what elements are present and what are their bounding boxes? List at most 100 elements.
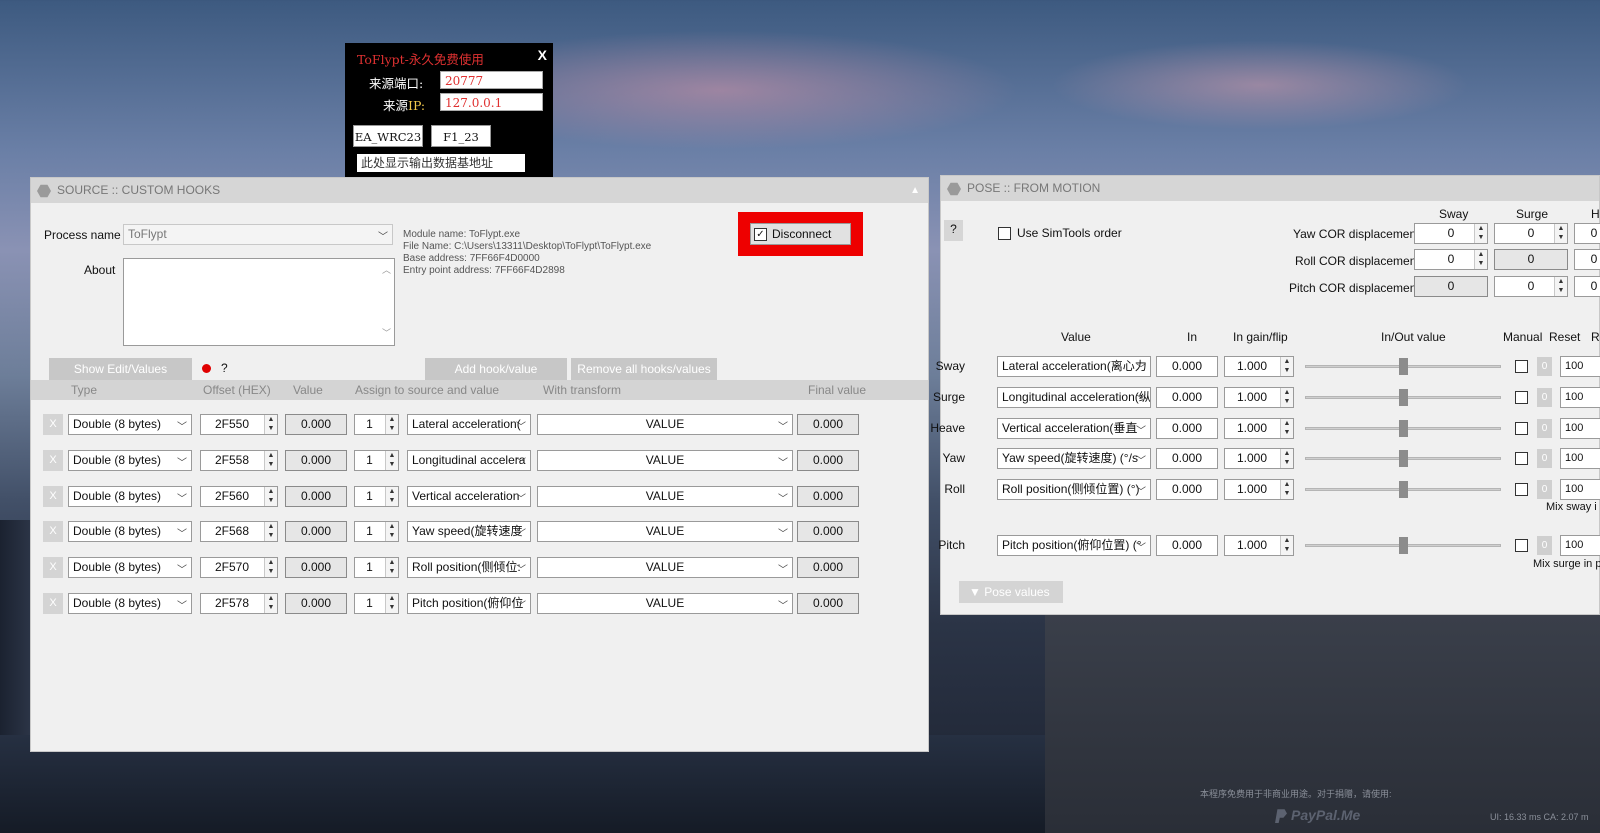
range-value[interactable]: 100 (1560, 479, 1600, 500)
collapse-icon[interactable]: ▲ (910, 178, 920, 203)
remove-hook-button[interactable]: X (43, 521, 63, 543)
port-input[interactable]: 20777 (440, 71, 543, 89)
manual-checkbox[interactable] (1515, 539, 1528, 552)
remove-all-hooks-button[interactable]: Remove all hooks/values (571, 358, 717, 380)
transform-select[interactable]: VALUE ﹀ (537, 557, 793, 579)
assign-source-select[interactable]: Lateral acceleration(﹀ (407, 414, 531, 435)
reset-button[interactable]: 0 (1537, 449, 1552, 468)
assign-source-select[interactable]: Vertical acceleration ﹀ (407, 485, 531, 507)
type-select[interactable]: Double (8 bytes) ﹀ (68, 449, 192, 471)
yaw-cor-surge[interactable]: 0 ▲ ▼ (1494, 223, 1568, 244)
spinner-arrows-icon[interactable]: ▲ ▼ (385, 522, 398, 542)
type-select[interactable]: Double (8 bytes) ﹀ (68, 414, 192, 435)
spinner-arrows-icon[interactable]: ▲ ▼ (1280, 388, 1293, 407)
manual-checkbox[interactable] (1515, 422, 1528, 435)
process-name-select[interactable]: ToFlypt ﹀ (123, 224, 393, 245)
range-value[interactable]: 100 (1560, 535, 1600, 556)
roll-cor-sway[interactable]: 0 ▲ ▼ (1414, 249, 1488, 270)
assign-source-select[interactable]: Pitch position(俯仰位 ﹀ (407, 593, 531, 614)
reset-button[interactable]: 0 (1537, 480, 1552, 499)
type-select[interactable]: Double (8 bytes) ﹀ (68, 557, 192, 579)
spinner-arrows-icon[interactable]: ▲ ▼ (1280, 419, 1293, 438)
reset-button[interactable]: 0 (1537, 419, 1552, 438)
spinner-arrows-icon[interactable]: ▲ ▼ (264, 522, 277, 542)
assign-source-select[interactable]: Roll position(侧倾位: ﹀ (407, 557, 531, 579)
spinner-arrows-icon[interactable]: ▲ ▼ (1554, 277, 1567, 296)
pose-gain-stepper[interactable]: 1.000 ▲ ▼ (1224, 448, 1294, 469)
pose-gain-stepper[interactable]: 1.000 ▲ ▼ (1224, 356, 1294, 377)
pose-help-button[interactable]: ? (944, 220, 963, 241)
inout-slider-thumb[interactable] (1399, 481, 1408, 498)
offset-input[interactable]: 2F558 ▲ ▼ (200, 449, 278, 471)
assign-source-select[interactable]: Yaw speed(旋转速度 ﹀ (407, 521, 531, 543)
spinner-arrows-icon[interactable]: ▲ ▼ (385, 486, 398, 506)
paypal-link[interactable]: PayPal.Me (1275, 807, 1360, 824)
type-select[interactable]: Double (8 bytes) ﹀ (68, 485, 192, 507)
inout-slider-thumb[interactable] (1399, 389, 1408, 406)
spinner-arrows-icon[interactable]: ▲ ▼ (1474, 250, 1487, 269)
pose-source-select[interactable]: Longitudinal acceleration(纵 ﹀ (997, 387, 1151, 408)
remove-hook-button[interactable]: X (43, 414, 63, 435)
pose-source-select[interactable]: Pitch position(俯仰位置) (° ﹀ (997, 535, 1151, 556)
spinner-arrows-icon[interactable]: ▲ ▼ (264, 558, 277, 578)
remove-hook-button[interactable]: X (43, 557, 63, 579)
index-stepper[interactable]: 1 ▲ ▼ (354, 593, 399, 614)
roll-cor-heave[interactable]: 0 (1574, 249, 1600, 270)
pose-gain-stepper[interactable]: 1.000 ▲ ▼ (1224, 418, 1294, 439)
spinner-arrows-icon[interactable]: ▲ ▼ (385, 558, 398, 578)
offset-input[interactable]: 2F578 ▲ ▼ (200, 593, 278, 614)
f1-23-button[interactable]: F1_23 (431, 125, 491, 147)
range-value[interactable]: 100 (1560, 356, 1600, 377)
tab-show-edit-values[interactable]: Show Edit/Values (49, 358, 192, 380)
pose-source-select[interactable]: Yaw speed(旋转速度) (°/s ﹀ (997, 448, 1151, 469)
spinner-arrows-icon[interactable]: ▲ ▼ (264, 594, 277, 613)
scroll-down-icon[interactable]: ﹀ (382, 324, 391, 343)
spinner-arrows-icon[interactable]: ▲ ▼ (1280, 480, 1293, 499)
manual-checkbox[interactable] (1515, 452, 1528, 465)
assign-source-select[interactable]: Longitudinal accelera ﹀ (407, 449, 531, 471)
inout-slider-thumb[interactable] (1399, 358, 1408, 375)
type-select[interactable]: Double (8 bytes) ﹀ (68, 593, 192, 614)
reset-button[interactable]: 0 (1537, 536, 1552, 555)
manual-checkbox[interactable] (1515, 483, 1528, 496)
close-icon[interactable]: X (538, 47, 547, 63)
remove-hook-button[interactable]: X (43, 593, 63, 614)
about-textarea[interactable]: ︿ ﹀ (123, 258, 395, 346)
spinner-arrows-icon[interactable]: ▲ ▼ (385, 415, 398, 434)
use-simtools-checkbox[interactable] (998, 227, 1011, 240)
pose-values-tab[interactable]: ▼ Pose values (959, 581, 1063, 603)
reset-button[interactable]: 0 (1537, 357, 1552, 376)
roll-cor-surge[interactable]: 0 (1494, 249, 1568, 270)
offset-input[interactable]: 2F570 ▲ ▼ (200, 557, 278, 579)
spinner-arrows-icon[interactable]: ▲ ▼ (1280, 357, 1293, 376)
offset-input[interactable]: 2F560 ▲ ▼ (200, 485, 278, 507)
transform-select[interactable]: VALUE ﹀ (537, 593, 793, 614)
index-stepper[interactable]: 1 ▲ ▼ (354, 485, 399, 507)
spinner-arrows-icon[interactable]: ▲ ▼ (385, 594, 398, 613)
yaw-cor-heave[interactable]: 0 (1574, 223, 1600, 244)
transform-select[interactable]: VALUE ﹀ (537, 414, 793, 435)
pose-source-select[interactable]: Roll position(侧倾位置) (°) ﹀ (997, 479, 1151, 500)
manual-checkbox[interactable] (1515, 360, 1528, 373)
disconnect-button[interactable]: ✓ Disconnect (750, 223, 851, 245)
manual-checkbox[interactable] (1515, 391, 1528, 404)
pose-source-select[interactable]: Lateral acceleration(离心力 ﹀ (997, 356, 1151, 377)
index-stepper[interactable]: 1 ▲ ▼ (354, 521, 399, 543)
yaw-cor-sway[interactable]: 0 ▲ ▼ (1414, 223, 1488, 244)
add-hook-button[interactable]: Add hook/value (425, 358, 567, 380)
spinner-arrows-icon[interactable]: ▲ ▼ (1280, 536, 1293, 555)
reset-button[interactable]: 0 (1537, 388, 1552, 407)
disconnect-checkbox[interactable]: ✓ (754, 228, 767, 241)
scroll-up-icon[interactable]: ︿ (382, 261, 391, 280)
index-stepper[interactable]: 1 ▲ ▼ (354, 449, 399, 471)
inout-slider-thumb[interactable] (1399, 420, 1408, 437)
spinner-arrows-icon[interactable]: ▲ ▼ (264, 486, 277, 506)
pose-gain-stepper[interactable]: 1.000 ▲ ▼ (1224, 387, 1294, 408)
pitch-cor-sway[interactable]: 0 (1414, 276, 1488, 297)
transform-select[interactable]: VALUE ﹀ (537, 485, 793, 507)
spinner-arrows-icon[interactable]: ▲ ▼ (264, 415, 277, 434)
spinner-arrows-icon[interactable]: ▲ ▼ (1554, 224, 1567, 243)
pitch-cor-heave[interactable]: 0 (1574, 276, 1600, 297)
transform-select[interactable]: VALUE ﹀ (537, 521, 793, 543)
remove-hook-button[interactable]: X (43, 485, 63, 507)
